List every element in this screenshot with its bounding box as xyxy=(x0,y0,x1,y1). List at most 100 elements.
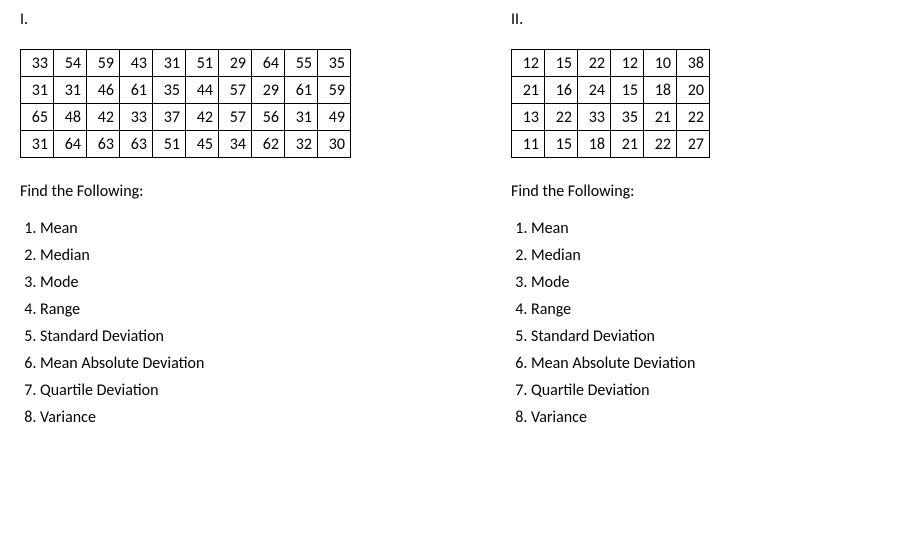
table-cell: 44 xyxy=(186,77,219,104)
table-cell: 33 xyxy=(21,50,54,77)
table-cell: 34 xyxy=(219,131,252,158)
table-cell: 27 xyxy=(677,131,710,158)
table-cell: 22 xyxy=(545,104,578,131)
list-item: Quartile Deviation xyxy=(40,381,351,400)
list-item: Mean xyxy=(40,219,351,238)
table-cell: 31 xyxy=(285,104,318,131)
table-row: 211624151820 xyxy=(512,77,710,104)
table-cell: 59 xyxy=(87,50,120,77)
section-1-table-body: 3354594331512964553531314661354457296159… xyxy=(21,50,351,158)
table-cell: 21 xyxy=(512,77,545,104)
table-row: 132233352122 xyxy=(512,104,710,131)
table-cell: 45 xyxy=(186,131,219,158)
table-cell: 31 xyxy=(21,131,54,158)
table-cell: 10 xyxy=(644,50,677,77)
list-item: Mean Absolute Deviation xyxy=(531,354,710,373)
table-cell: 33 xyxy=(120,104,153,131)
table-cell: 37 xyxy=(153,104,186,131)
section-1-items: Mean Median Mode Range Standard Deviation Mea… xyxy=(20,219,351,435)
list-item: Quartile Deviation xyxy=(531,381,710,400)
table-cell: 22 xyxy=(677,104,710,131)
table-cell: 32 xyxy=(285,131,318,158)
table-row: 111518212227 xyxy=(512,131,710,158)
table-cell: 63 xyxy=(87,131,120,158)
table-cell: 31 xyxy=(21,77,54,104)
table-cell: 54 xyxy=(54,50,87,77)
table-cell: 42 xyxy=(186,104,219,131)
table-row: 65484233374257563149 xyxy=(21,104,351,131)
list-item: Median xyxy=(531,246,710,265)
table-cell: 18 xyxy=(578,131,611,158)
list-item: Mean xyxy=(531,219,710,238)
table-cell: 35 xyxy=(153,77,186,104)
list-item: Standard Deviation xyxy=(40,327,351,346)
section-1: I. 3354594331512964553531314661354457296… xyxy=(20,10,351,435)
table-cell: 38 xyxy=(677,50,710,77)
list-item: Mode xyxy=(531,273,710,292)
table-cell: 31 xyxy=(54,77,87,104)
table-cell: 42 xyxy=(87,104,120,131)
table-cell: 48 xyxy=(54,104,87,131)
section-2-table: 1215221210382116241518201322333521221115… xyxy=(511,49,710,158)
table-cell: 12 xyxy=(611,50,644,77)
section-2-items: Mean Median Mode Range Standard Deviation Mea… xyxy=(511,219,710,435)
table-cell: 63 xyxy=(120,131,153,158)
list-item: Variance xyxy=(531,408,710,427)
list-item: Mode xyxy=(40,273,351,292)
list-item: Mean Absolute Deviation xyxy=(40,354,351,373)
table-cell: 49 xyxy=(318,104,351,131)
table-row: 33545943315129645535 xyxy=(21,50,351,77)
table-cell: 61 xyxy=(120,77,153,104)
table-cell: 35 xyxy=(611,104,644,131)
table-cell: 57 xyxy=(219,77,252,104)
list-item: Range xyxy=(531,300,710,319)
table-row: 121522121038 xyxy=(512,50,710,77)
section-2-prompt: Find the Following: xyxy=(511,182,710,201)
table-cell: 64 xyxy=(54,131,87,158)
list-item: Variance xyxy=(40,408,351,427)
table-cell: 65 xyxy=(21,104,54,131)
table-cell: 18 xyxy=(644,77,677,104)
table-cell: 15 xyxy=(611,77,644,104)
table-cell: 56 xyxy=(252,104,285,131)
table-cell: 51 xyxy=(153,131,186,158)
table-cell: 61 xyxy=(285,77,318,104)
table-cell: 57 xyxy=(219,104,252,131)
table-cell: 55 xyxy=(285,50,318,77)
table-cell: 33 xyxy=(578,104,611,131)
table-cell: 62 xyxy=(252,131,285,158)
table-cell: 22 xyxy=(644,131,677,158)
table-cell: 35 xyxy=(318,50,351,77)
table-cell: 12 xyxy=(512,50,545,77)
table-cell: 15 xyxy=(545,131,578,158)
table-cell: 46 xyxy=(87,77,120,104)
table-row: 31314661354457296159 xyxy=(21,77,351,104)
list-item: Standard Deviation xyxy=(531,327,710,346)
section-2-title: II. xyxy=(511,10,710,29)
section-2-table-body: 1215221210382116241518201322333521221115… xyxy=(512,50,710,158)
table-cell: 13 xyxy=(512,104,545,131)
table-row: 31646363514534623230 xyxy=(21,131,351,158)
table-cell: 20 xyxy=(677,77,710,104)
table-cell: 15 xyxy=(545,50,578,77)
table-cell: 21 xyxy=(644,104,677,131)
section-1-table: 3354594331512964553531314661354457296159… xyxy=(20,49,351,158)
table-cell: 30 xyxy=(318,131,351,158)
list-item: Range xyxy=(40,300,351,319)
table-cell: 24 xyxy=(578,77,611,104)
table-cell: 29 xyxy=(252,77,285,104)
table-cell: 16 xyxy=(545,77,578,104)
section-2: II. 121522121038211624151820132233352122… xyxy=(511,10,710,435)
table-cell: 64 xyxy=(252,50,285,77)
section-1-title: I. xyxy=(20,10,351,29)
table-cell: 43 xyxy=(120,50,153,77)
list-item: Median xyxy=(40,246,351,265)
table-cell: 22 xyxy=(578,50,611,77)
table-cell: 51 xyxy=(186,50,219,77)
table-cell: 21 xyxy=(611,131,644,158)
section-1-prompt: Find the Following: xyxy=(20,182,351,201)
table-cell: 31 xyxy=(153,50,186,77)
two-column-container: I. 3354594331512964553531314661354457296… xyxy=(20,10,898,435)
table-cell: 11 xyxy=(512,131,545,158)
table-cell: 59 xyxy=(318,77,351,104)
